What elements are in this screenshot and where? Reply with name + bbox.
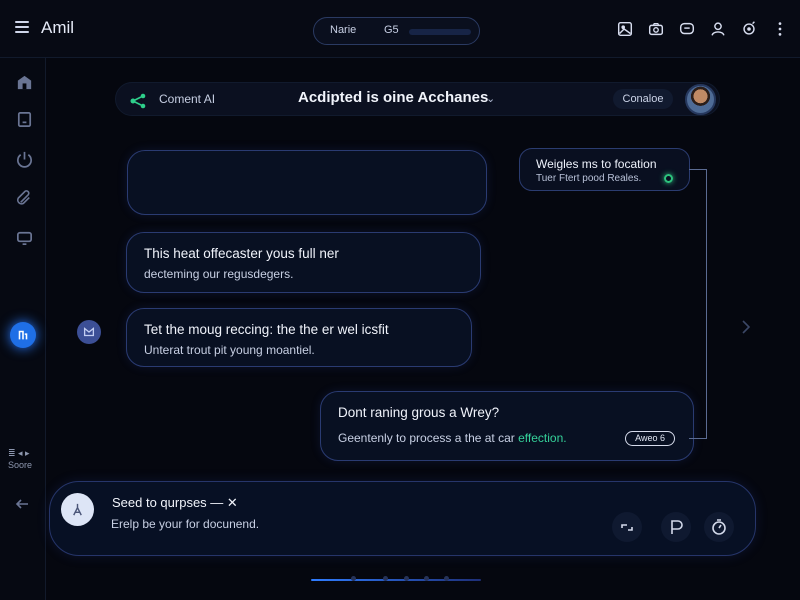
camera-icon[interactable] [646, 19, 666, 39]
timer-icon [712, 519, 726, 535]
composer-avatar-icon [61, 493, 94, 526]
prompt-icon [671, 520, 683, 534]
chevron-right-icon[interactable] [740, 318, 752, 336]
message-input[interactable] [111, 515, 411, 533]
message-3-subtext-highlight: effection. [518, 431, 567, 445]
sidebar-footer-label-2[interactable]: Soore [8, 459, 32, 471]
chat-header: Coment AI Acdipted is oine Acchanes ⌄ Co… [115, 82, 720, 116]
message-2-text: Tet the moug reccing: the the er wel ics… [144, 322, 389, 337]
message-bubble-2: Tet the moug reccing: the the er wel ics… [126, 308, 472, 367]
message-bubble-empty [127, 150, 487, 215]
console-button[interactable]: Conaloe [613, 89, 673, 109]
back-arrow-icon[interactable] [13, 495, 31, 513]
side-note-card[interactable]: Weigles ms to focation Tuer Ftert pood R… [519, 148, 690, 191]
status-icon [664, 174, 673, 183]
composer-title: Seed to qurpses — ✕ [112, 495, 238, 510]
message-1-text: This heat offecaster yous full ner [144, 246, 339, 261]
top-icon-group [615, 17, 790, 41]
share-icon[interactable] [129, 92, 147, 110]
message-3-tag[interactable]: Aweo 6 [625, 431, 675, 446]
sidebar-active-item-icon[interactable] [10, 322, 36, 348]
pager-dot[interactable] [404, 576, 409, 581]
chat-icon[interactable] [677, 19, 697, 39]
user-avatar[interactable] [685, 84, 716, 115]
menu-icon[interactable] [15, 21, 29, 33]
bot-avatar-icon [77, 320, 101, 344]
prompt-button[interactable] [661, 512, 691, 542]
settings-icon[interactable] [739, 19, 759, 39]
message-3-subtext-prefix: Geentenly to process a the at car [338, 431, 519, 445]
sidebar-footer-label-1: ≣ ◂ ▸ [8, 448, 30, 458]
chevron-down-icon[interactable]: ⌄ [486, 92, 495, 105]
pager-dot[interactable] [424, 576, 429, 581]
sidebar-item-files[interactable] [13, 108, 35, 130]
pager-progress-bar [311, 579, 481, 581]
pager-dot[interactable] [444, 576, 449, 581]
search-pill[interactable]: Narie G5 [313, 17, 480, 45]
attach-icon [621, 524, 633, 531]
sidebar: ≣ ◂ ▸ Soore [0, 58, 46, 600]
search-progress-track [409, 29, 471, 35]
timer-button[interactable] [704, 512, 734, 542]
search-value: G5 [384, 24, 399, 36]
search-label: Narie [330, 24, 357, 36]
composer: Seed to qurpses — ✕ [49, 481, 756, 556]
thread-connector [689, 169, 707, 439]
message-2-subtext: Unterat trout pit young moantiel. [144, 343, 315, 357]
top-bar: Amil Narie G5 [0, 0, 800, 58]
pager [311, 576, 481, 586]
more-icon[interactable] [770, 19, 790, 39]
pager-dot[interactable] [383, 576, 388, 581]
attach-button[interactable] [612, 512, 642, 542]
gallery-icon[interactable] [615, 19, 635, 39]
sidebar-item-attachments[interactable] [13, 187, 35, 209]
agent-name: Coment AI [159, 92, 216, 106]
sidebar-item-devices[interactable] [13, 226, 35, 248]
sidebar-item-home[interactable] [13, 71, 35, 93]
app-title: Amil [41, 18, 75, 37]
message-1-subtext: decteming our regusdegers. [144, 267, 294, 281]
sidebar-item-power[interactable] [13, 148, 35, 170]
conversation-title[interactable]: Acdipted is oine Acchanes [298, 89, 488, 106]
user-icon[interactable] [708, 19, 728, 39]
pager-dot[interactable] [351, 576, 356, 581]
message-bubble-3: Dont raning grous a Wrey? Geentenly to p… [320, 391, 694, 461]
message-3-subtext: Geentenly to process a the at car effect… [338, 431, 567, 445]
side-note-subtext: Tuer Ftert pood Reales. [536, 173, 642, 184]
message-bubble-1: This heat offecaster yous full ner decte… [126, 232, 481, 293]
message-3-text: Dont raning grous a Wrey? [338, 405, 500, 420]
side-note-title: Weigles ms to focation [536, 157, 657, 171]
sidebar-footer-labels: ≣ ◂ ▸ Soore [8, 447, 32, 471]
